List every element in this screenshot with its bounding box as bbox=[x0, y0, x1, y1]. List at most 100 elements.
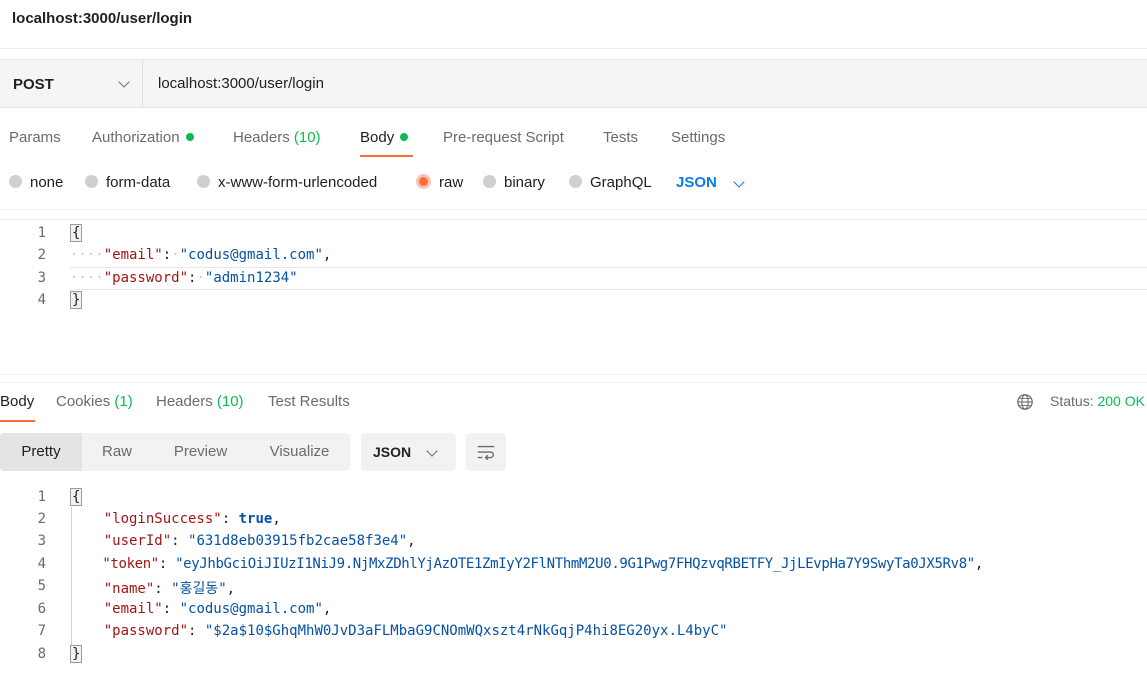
method-select[interactable]: POST bbox=[0, 60, 143, 107]
radio-form-data[interactable]: form-data bbox=[85, 174, 170, 191]
active-dot-icon bbox=[400, 133, 409, 141]
active-tab-underline bbox=[360, 155, 413, 157]
json-key: "name" bbox=[103, 581, 155, 597]
radio-raw[interactable]: raw bbox=[416, 174, 463, 191]
line-number: 2 bbox=[37, 511, 46, 527]
json-key: "email" bbox=[103, 247, 163, 263]
line-number: 5 bbox=[37, 578, 46, 594]
request-url-bar: POST localhost:3000/user/login bbox=[0, 59, 1147, 108]
json-value: "홍길동" bbox=[171, 581, 227, 597]
radio-selected-icon bbox=[416, 174, 431, 189]
tab-authorization-label: Authorization bbox=[92, 129, 180, 146]
json-key: "password" bbox=[103, 623, 189, 639]
chevron-down-icon bbox=[426, 445, 438, 457]
divider bbox=[0, 382, 1147, 383]
brace-open: { bbox=[70, 224, 83, 242]
line-number: 7 bbox=[37, 623, 46, 639]
radio-graphql[interactable]: GraphQL bbox=[569, 174, 652, 191]
response-format-select[interactable]: JSON bbox=[361, 433, 456, 471]
wrap-lines-icon bbox=[477, 445, 495, 461]
radio-binary-label: binary bbox=[504, 174, 545, 191]
tab-response-body[interactable]: Body bbox=[0, 393, 34, 410]
line-number: 8 bbox=[37, 646, 46, 662]
line-number: 1 bbox=[37, 489, 46, 505]
line-number: 3 bbox=[37, 270, 46, 286]
divider bbox=[0, 374, 1147, 375]
tab-response-headers-label: Headers bbox=[156, 393, 213, 410]
radio-binary[interactable]: binary bbox=[483, 174, 545, 191]
tab-response-headers[interactable]: Headers (10) bbox=[156, 393, 244, 410]
cookies-count: (1) bbox=[114, 393, 133, 410]
tab-tests[interactable]: Tests bbox=[603, 129, 638, 146]
line-number: 4 bbox=[37, 292, 46, 308]
radio-none[interactable]: none bbox=[9, 174, 63, 191]
radio-circle-icon bbox=[9, 175, 22, 188]
radio-circle-icon bbox=[85, 175, 98, 188]
line-number: 2 bbox=[37, 247, 46, 263]
headers-count: (10) bbox=[293, 129, 321, 146]
tab-headers-label: Headers bbox=[233, 129, 290, 146]
tab-settings[interactable]: Settings bbox=[671, 129, 725, 146]
radio-graphql-label: GraphQL bbox=[590, 174, 652, 191]
status-label: Status: bbox=[1050, 393, 1094, 409]
body-type-radios: none form-data x-www-form-urlencoded raw… bbox=[0, 174, 1147, 198]
radio-form-data-label: form-data bbox=[106, 174, 171, 191]
page-title: localhost:3000/user/login bbox=[12, 10, 193, 27]
response-status: Status: 200 OK bbox=[1050, 393, 1145, 409]
globe-icon[interactable] bbox=[1016, 393, 1034, 411]
brace-close: } bbox=[70, 645, 83, 663]
url-input[interactable]: localhost:3000/user/login bbox=[158, 75, 324, 92]
tab-body[interactable]: Body bbox=[360, 129, 409, 146]
json-value: "admin1234" bbox=[204, 270, 298, 286]
response-headers-count: (10) bbox=[216, 393, 244, 410]
chevron-down-icon bbox=[733, 176, 745, 188]
divider bbox=[0, 209, 1147, 210]
tab-params[interactable]: Params bbox=[9, 129, 61, 146]
json-value: "eyJhbGciOiJIUzI1NiJ9.NjMxZDhlYjAzOTE1Zm… bbox=[175, 556, 975, 572]
view-pretty[interactable]: Pretty bbox=[0, 433, 82, 471]
active-dot-icon bbox=[185, 133, 194, 141]
divider bbox=[0, 219, 1147, 220]
response-format-label: JSON bbox=[373, 444, 412, 460]
divider bbox=[0, 48, 1147, 49]
line-number: 4 bbox=[37, 556, 46, 572]
body-format-label: JSON bbox=[676, 174, 717, 191]
request-body-editor[interactable]: 1 2 3 4 { ····"email":·"codus@gmail.com"… bbox=[0, 222, 1147, 312]
json-key: "email" bbox=[103, 601, 163, 617]
tab-headers[interactable]: Headers (10) bbox=[233, 129, 321, 146]
line-number: 3 bbox=[37, 533, 46, 549]
radio-raw-label: raw bbox=[439, 174, 464, 191]
tab-authorization[interactable]: Authorization bbox=[92, 129, 194, 146]
view-raw[interactable]: Raw bbox=[82, 433, 152, 471]
radio-circle-icon bbox=[483, 175, 496, 188]
wrap-lines-button[interactable] bbox=[466, 433, 506, 471]
tab-pre-request-script[interactable]: Pre-request Script bbox=[443, 129, 564, 146]
tab-test-results[interactable]: Test Results bbox=[268, 393, 350, 410]
radio-circle-icon bbox=[569, 175, 582, 188]
tab-cookies[interactable]: Cookies (1) bbox=[56, 393, 133, 410]
line-number: 1 bbox=[37, 225, 46, 241]
radio-urlencoded[interactable]: x-www-form-urlencoded bbox=[197, 174, 377, 191]
json-key: "token" bbox=[102, 556, 159, 572]
tab-cookies-label: Cookies bbox=[56, 393, 111, 410]
response-body-viewer[interactable]: 1 2 3 4 5 6 7 8 { "loginSuccess": true, … bbox=[0, 485, 1147, 670]
method-label: POST bbox=[13, 76, 54, 93]
body-format-select[interactable]: JSON bbox=[676, 174, 717, 191]
json-key: "password" bbox=[103, 270, 189, 286]
brace-open: { bbox=[70, 488, 83, 506]
json-value: "codus@gmail.com" bbox=[179, 601, 323, 617]
status-value: 200 OK bbox=[1097, 393, 1145, 409]
json-value: "$2a$10$GhqMhW0JvD3aFLMbaG9CNOmWQxszt4rN… bbox=[204, 623, 728, 639]
chevron-down-icon bbox=[118, 76, 130, 88]
radio-urlencoded-label: x-www-form-urlencoded bbox=[218, 174, 378, 191]
json-value: "codus@gmail.com" bbox=[179, 247, 323, 263]
active-tab-underline bbox=[0, 420, 35, 422]
json-key: "userId" bbox=[103, 533, 172, 549]
brace-close: } bbox=[70, 291, 83, 309]
view-visualize[interactable]: Visualize bbox=[249, 433, 350, 471]
view-mode-switcher: Pretty Raw Preview Visualize bbox=[0, 433, 350, 471]
view-preview[interactable]: Preview bbox=[152, 433, 249, 471]
tab-body-label: Body bbox=[360, 129, 395, 146]
json-key: "loginSuccess" bbox=[103, 511, 222, 527]
radio-none-label: none bbox=[30, 174, 64, 191]
